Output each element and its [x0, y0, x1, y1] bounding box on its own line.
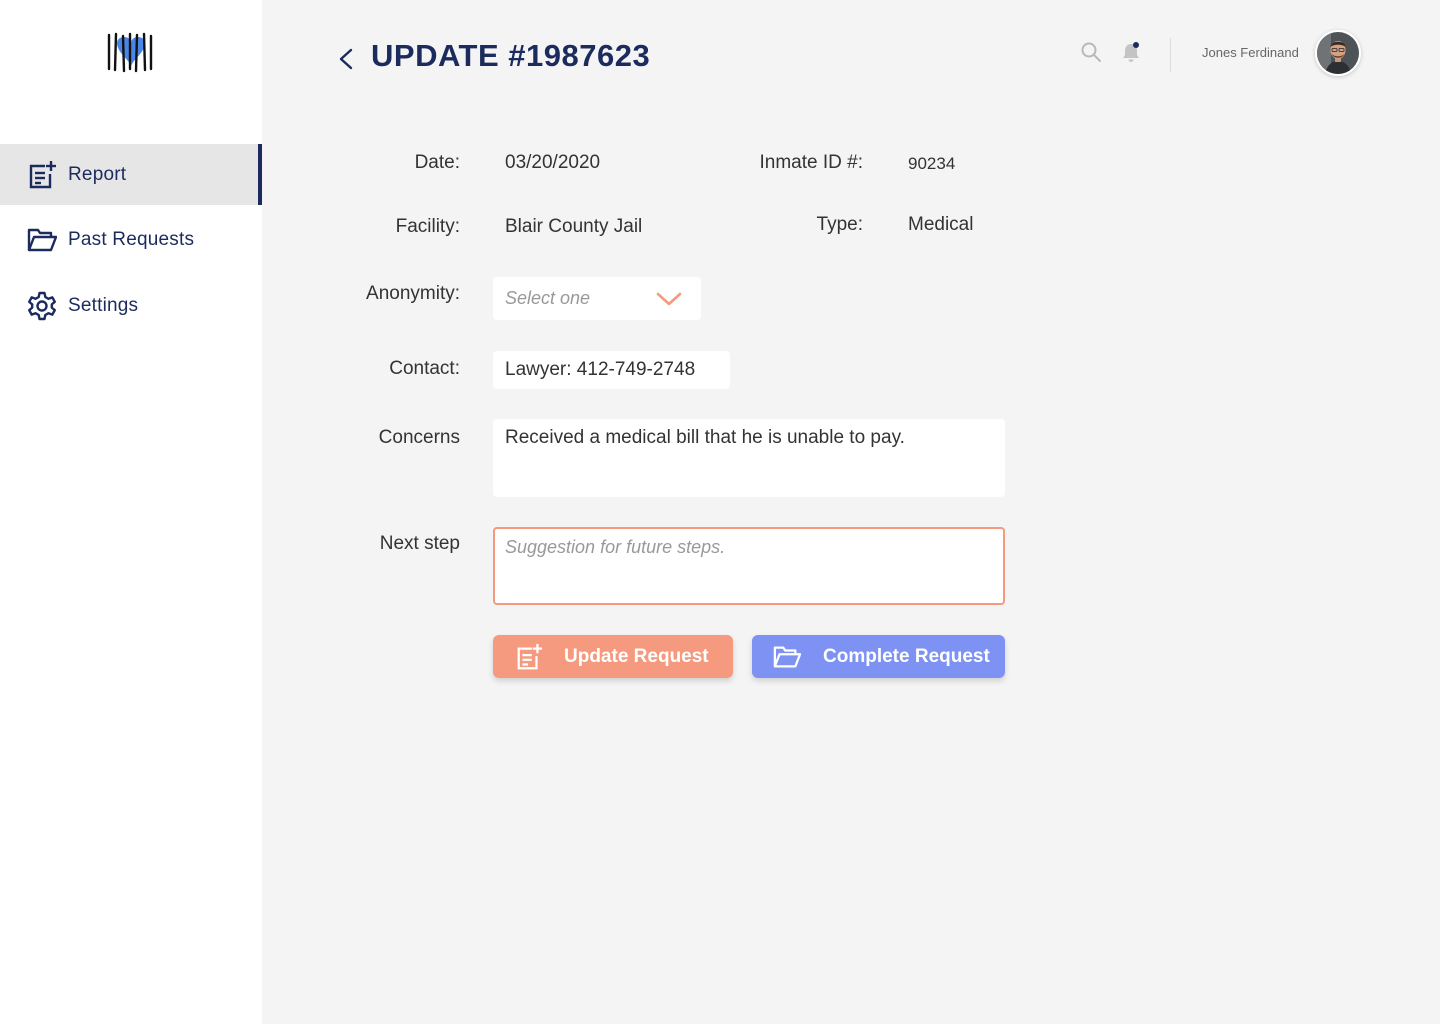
back-button[interactable] [334, 44, 358, 74]
contact-field[interactable]: Lawyer: 412-749-2748 [493, 351, 730, 389]
complete-request-label: Complete Request [823, 646, 990, 667]
contact-label: Contact: [389, 358, 460, 379]
next-step-placeholder: Suggestion for future steps. [505, 537, 726, 557]
type-label: Type: [816, 214, 863, 235]
inmate-id-label: Inmate ID #: [759, 152, 864, 173]
sidebar-item-label: Report [68, 163, 127, 185]
report-add-icon [27, 160, 57, 190]
inmate-id-value: 90234 [908, 154, 956, 173]
notification-bell-icon[interactable] [1120, 40, 1142, 64]
sidebar-item-label: Settings [68, 294, 139, 316]
facility-value: Blair County Jail [505, 216, 643, 237]
gear-icon [27, 291, 57, 321]
sidebar-item-report[interactable]: Report [0, 144, 262, 205]
update-request-button[interactable]: Update Request [493, 635, 733, 678]
report-add-icon [515, 643, 543, 671]
sidebar-item-settings[interactable]: Settings [0, 275, 262, 336]
chevron-left-icon [339, 48, 353, 70]
contact-value: Lawyer: 412-749-2748 [505, 359, 696, 380]
page-title: UPDATE #1987623 [371, 38, 651, 73]
sidebar-item-label: Past Requests [68, 228, 195, 250]
date-value: 03/20/2020 [505, 152, 601, 173]
concerns-field[interactable]: Received a medical bill that he is unabl… [493, 419, 1005, 497]
logo-icon [106, 31, 156, 73]
next-step-label: Next step [379, 533, 460, 554]
facility-label: Facility: [395, 216, 460, 237]
type-value: Medical [908, 214, 974, 235]
folder-open-icon [773, 643, 802, 671]
concerns-value: Received a medical bill that he is unabl… [505, 427, 905, 448]
anonymity-label: Anonymity: [366, 283, 460, 304]
search-icon[interactable] [1080, 41, 1102, 63]
sidebar-item-past-requests[interactable]: Past Requests [0, 209, 262, 270]
concerns-label: Concerns [378, 427, 460, 448]
sidebar: Report Past Requests Settings [0, 0, 262, 1024]
anonymity-placeholder: Select one [505, 288, 591, 308]
next-step-field[interactable]: Suggestion for future steps. [493, 527, 1005, 605]
avatar[interactable] [1315, 30, 1361, 76]
chevron-down-icon [656, 292, 682, 306]
update-request-label: Update Request [564, 646, 709, 667]
date-label: Date: [414, 152, 460, 173]
complete-request-button[interactable]: Complete Request [752, 635, 1005, 678]
header-divider [1170, 38, 1171, 72]
folder-open-icon [27, 225, 57, 255]
user-name: Jones Ferdinand [1202, 45, 1299, 60]
anonymity-select[interactable]: Select one [493, 277, 701, 320]
